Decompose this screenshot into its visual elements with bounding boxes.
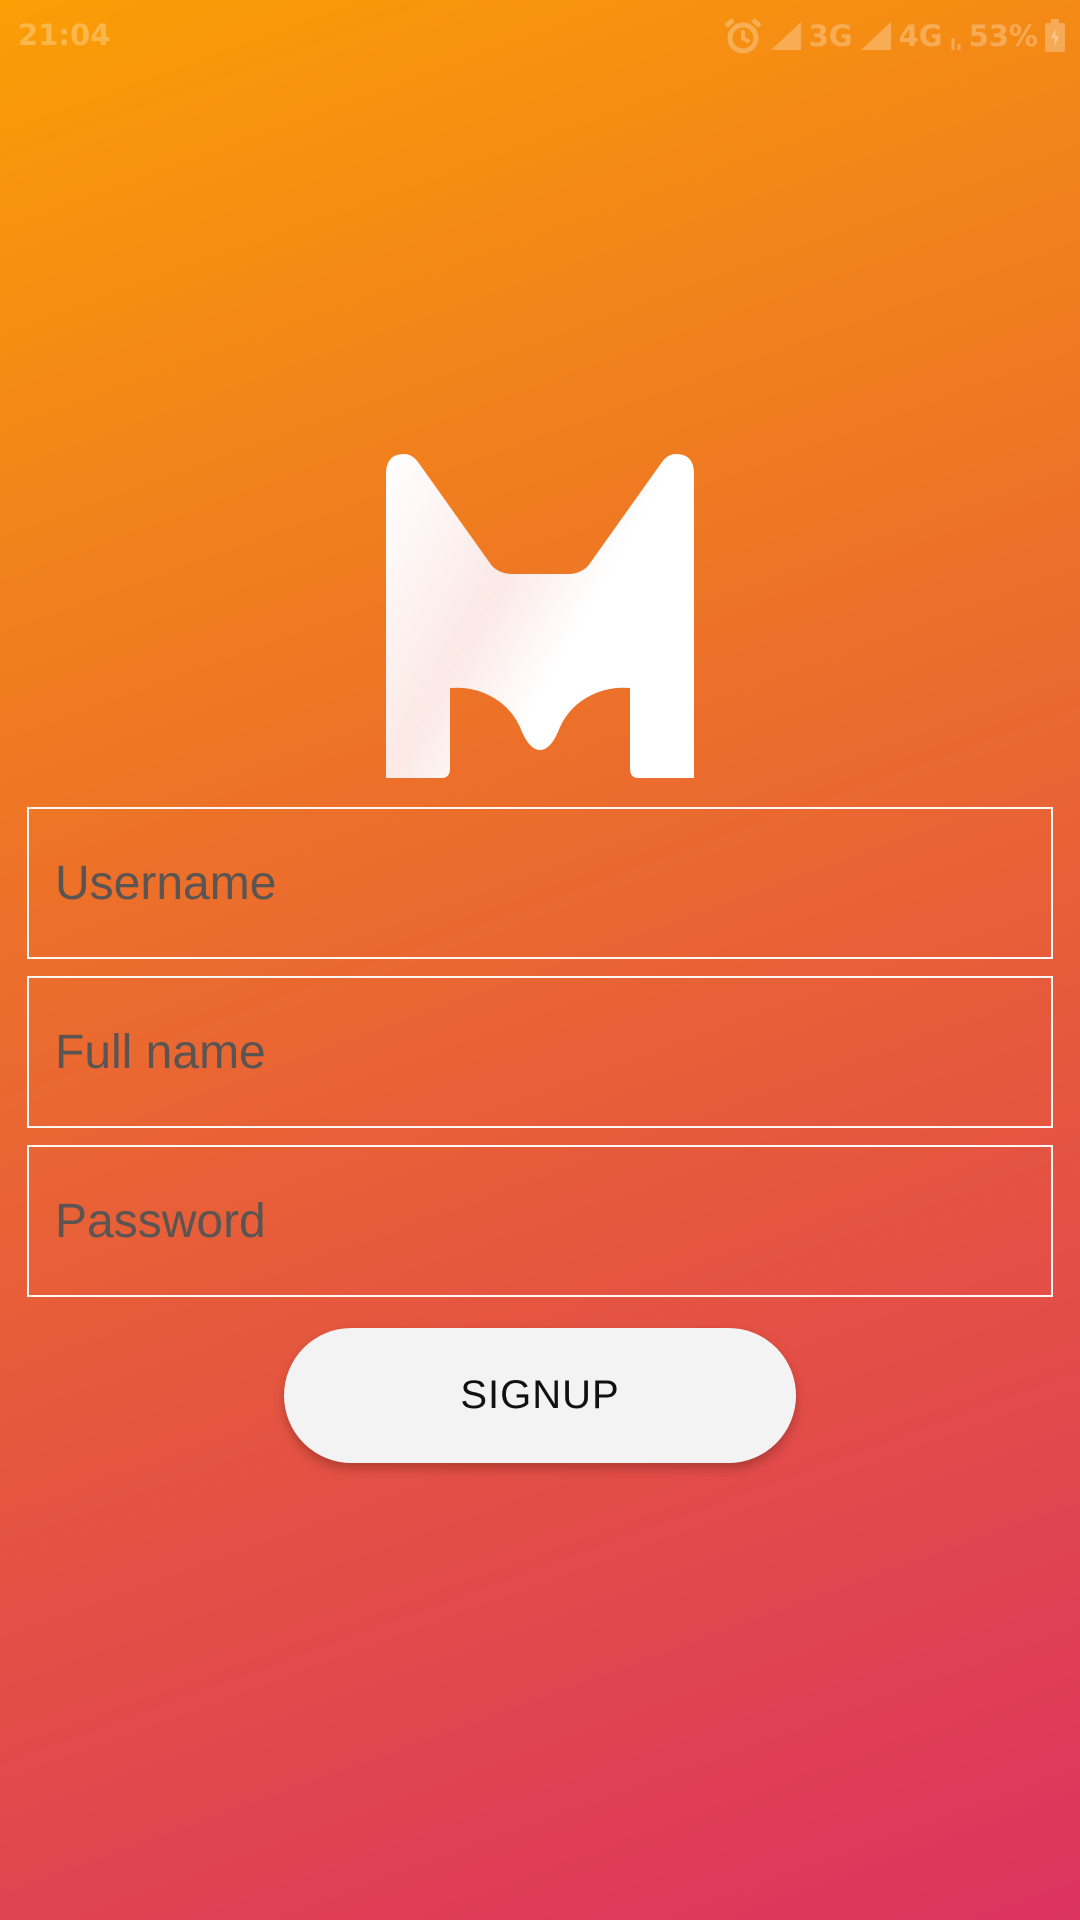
- network-type-label: 3G: [808, 19, 853, 53]
- status-bar: 21:04 3G 4G 53%: [0, 0, 1080, 72]
- data-activity-icon: [949, 20, 963, 52]
- signup-button[interactable]: SIGNUP: [284, 1328, 796, 1463]
- status-icons: 3G 4G 53%: [723, 18, 1066, 54]
- signal-icon: [859, 20, 893, 52]
- fullname-input[interactable]: [27, 976, 1053, 1128]
- battery-percentage: 53%: [968, 19, 1038, 53]
- password-input[interactable]: [27, 1145, 1053, 1297]
- network-type-label: 4G: [898, 19, 943, 53]
- status-time: 21:04: [18, 18, 111, 52]
- app-logo: [386, 454, 694, 778]
- signup-screen: 21:04 3G 4G 53% Username Full name SIGNU…: [0, 0, 1080, 1920]
- m-logo-icon: [386, 454, 694, 778]
- battery-charging-icon: [1044, 19, 1066, 53]
- username-input[interactable]: [27, 807, 1053, 959]
- signal-icon: [769, 20, 803, 52]
- alarm-icon: [723, 18, 763, 54]
